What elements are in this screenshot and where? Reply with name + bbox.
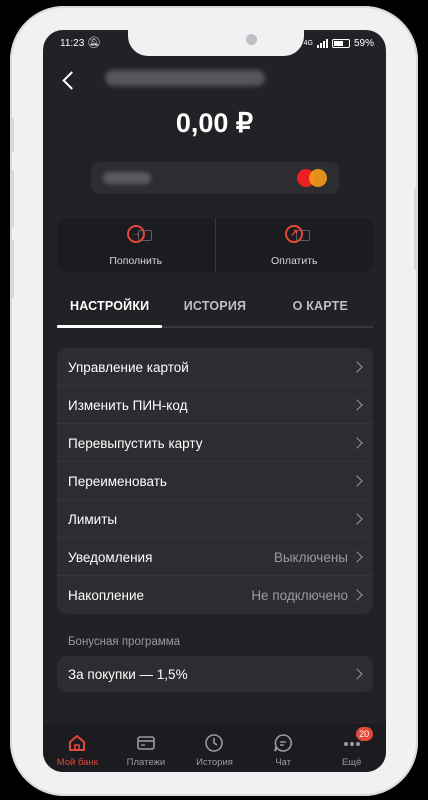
- chevron-right-icon: [351, 399, 363, 411]
- settings-item-notifications[interactable]: Уведомления Выключены: [57, 538, 373, 576]
- phone-side-button: [10, 240, 14, 298]
- settings-item-reissue-card[interactable]: Перевыпустить карту: [57, 424, 373, 462]
- chevron-right-icon: [351, 513, 363, 525]
- settings-item-label: Управление картой: [68, 360, 189, 375]
- settings-item-limits[interactable]: Лимиты: [57, 500, 373, 538]
- tab-history[interactable]: ИСТОРИЯ: [162, 288, 267, 326]
- mastercard-icon: [297, 169, 327, 187]
- topup-icon: [126, 225, 145, 243]
- nav-more[interactable]: 20 Ещё: [317, 724, 386, 772]
- phone-notch: [128, 30, 304, 56]
- chevron-right-icon: [351, 437, 363, 449]
- balance-amount: 0,00 ₽: [175, 108, 254, 138]
- active-tab-indicator: [57, 325, 162, 328]
- chat-icon: [273, 733, 293, 753]
- clock-icon: [204, 733, 224, 753]
- masked-card-digits: [103, 172, 151, 184]
- settings-list: Управление картой Изменить ПИН-код Перев…: [57, 348, 373, 614]
- pay-icon: [285, 225, 304, 243]
- tab-about-card[interactable]: О КАРТЕ: [268, 288, 373, 326]
- app-screen: 11:23 🔕︎ 4G 59% 0,00 ₽ Пополнить Оплатит…: [43, 30, 386, 772]
- settings-item-label: Лимиты: [68, 512, 118, 527]
- phone-side-button: [414, 188, 418, 270]
- masked-card-number: [105, 70, 265, 86]
- settings-item-label: Перевыпустить карту: [68, 436, 203, 451]
- back-arrow-icon[interactable]: [55, 66, 85, 96]
- settings-item-change-pin[interactable]: Изменить ПИН-код: [57, 386, 373, 424]
- settings-item-value: Выключены: [273, 550, 348, 565]
- home-icon: [67, 733, 87, 753]
- camera-icon: [246, 34, 257, 45]
- bonus-section-title: Бонусная программа: [68, 636, 181, 648]
- mute-icon: 🔕︎: [87, 37, 101, 49]
- chevron-right-icon: [351, 589, 363, 601]
- card-actions: Пополнить Оплатить: [57, 218, 373, 272]
- notification-badge: 20: [355, 727, 373, 741]
- battery-icon: [331, 39, 350, 48]
- settings-item-label: Уведомления: [68, 550, 153, 565]
- phone-side-button: [10, 170, 14, 228]
- nav-label: Платежи: [126, 757, 166, 768]
- status-right: 4G 59%: [304, 38, 374, 49]
- bottom-nav: Мой банк Платежи История Чат 20 Ещё: [43, 724, 386, 772]
- card-icon: [136, 733, 156, 753]
- nav-history[interactable]: История: [180, 724, 249, 772]
- battery-label: 59%: [353, 38, 374, 49]
- signal-icon: [316, 39, 328, 48]
- network-label: 4G: [303, 40, 313, 47]
- card-selector[interactable]: [91, 162, 339, 194]
- nav-chat[interactable]: Чат: [249, 724, 318, 772]
- nav-label: Чат: [275, 757, 291, 768]
- pay-button[interactable]: Оплатить: [214, 218, 374, 272]
- settings-item-manage-card[interactable]: Управление картой: [57, 348, 373, 386]
- nav-label: Мой банк: [56, 757, 98, 768]
- settings-item-label: Изменить ПИН-код: [68, 398, 188, 413]
- phone-side-button: [10, 118, 14, 152]
- pay-label: Оплатить: [270, 255, 318, 267]
- chevron-right-icon: [351, 551, 363, 563]
- status-time: 11:23: [60, 38, 85, 49]
- chevron-right-icon: [351, 361, 363, 373]
- chevron-right-icon: [351, 668, 363, 680]
- tab-settings[interactable]: НАСТРОЙКИ: [57, 288, 162, 326]
- chevron-right-icon: [351, 475, 363, 487]
- bonus-item-label: За покупки — 1,5%: [68, 667, 188, 682]
- bonus-item[interactable]: За покупки — 1,5%: [57, 656, 373, 692]
- card-tabs: НАСТРОЙКИ ИСТОРИЯ О КАРТЕ: [57, 288, 373, 326]
- nav-label: Ещё: [341, 757, 362, 768]
- settings-item-value: Не подключено: [251, 588, 348, 603]
- topup-label: Пополнить: [109, 255, 163, 267]
- settings-item-rename[interactable]: Переименовать: [57, 462, 373, 500]
- settings-item-label: Накопление: [68, 588, 145, 603]
- nav-label: История: [196, 757, 233, 768]
- topup-button[interactable]: Пополнить: [57, 218, 215, 272]
- settings-item-label: Переименовать: [68, 474, 167, 489]
- nav-my-bank[interactable]: Мой банк: [43, 724, 112, 772]
- nav-payments[interactable]: Платежи: [112, 724, 181, 772]
- settings-item-savings[interactable]: Накопление Не подключено: [57, 576, 373, 614]
